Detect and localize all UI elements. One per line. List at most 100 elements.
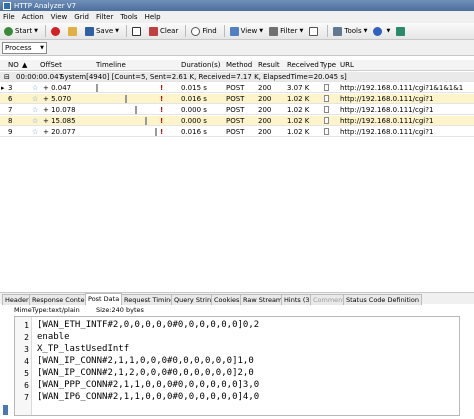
- star-icon: ☆: [32, 128, 39, 136]
- menu-action[interactable]: Action: [22, 13, 44, 21]
- col-result[interactable]: Result: [258, 61, 280, 69]
- timeline-bar: [125, 95, 127, 103]
- clear-icon: [149, 26, 159, 36]
- timeline-bar: [96, 84, 98, 92]
- play-icon: [4, 26, 13, 36]
- record-icon: [50, 26, 60, 36]
- col-no[interactable]: NO: [8, 61, 19, 69]
- warning-icon: !: [160, 128, 164, 136]
- col-received[interactable]: Received: [287, 61, 319, 69]
- row-pointer-icon: ▸: [1, 84, 5, 92]
- tab-raw-stream[interactable]: Raw Stream: [240, 294, 286, 305]
- star-icon: ☆: [32, 84, 39, 92]
- timeline-bar: [145, 117, 147, 125]
- table-row[interactable]: 9 ☆ + 20.077 ! 0.016 s POST 200 1.02 K h…: [0, 127, 474, 137]
- side-marker: [3, 405, 8, 415]
- info-button[interactable]: ▼: [371, 24, 392, 38]
- col-offset[interactable]: OffSet: [40, 61, 62, 69]
- warning-icon: !: [160, 95, 164, 103]
- copy-button[interactable]: [130, 24, 145, 38]
- col-method[interactable]: Method: [226, 61, 252, 69]
- col-timeline[interactable]: Timeline: [96, 61, 126, 69]
- menu-view[interactable]: View: [51, 13, 68, 21]
- post-data-editor[interactable]: 1 2 3 4 5 6 7 [WAN_ETH_INTF#2,0,0,0,0,0#…: [14, 316, 460, 416]
- tools-button[interactable]: Tools ▼: [331, 24, 369, 38]
- table-row[interactable]: 8 ☆ + 15.085 ! 0.000 s POST 200 1.02 K h…: [0, 116, 474, 126]
- star-icon: ☆: [32, 106, 39, 114]
- menu-file[interactable]: File: [3, 13, 15, 21]
- view-button[interactable]: View ▼: [228, 24, 265, 38]
- window-title: HTTP Analyzer V7: [14, 1, 77, 10]
- gear-icon: [333, 26, 343, 36]
- view-icon: [229, 26, 239, 36]
- menu-tools[interactable]: Tools: [120, 13, 137, 21]
- tab-header[interactable]: Header: [2, 294, 32, 305]
- code-line: [WAN_IP_CONN#2,1,1,0,0,0#0,0,0,0,0,0]1,0: [37, 356, 254, 366]
- col-type[interactable]: Type: [320, 61, 336, 69]
- document-icon: [324, 95, 329, 102]
- process-bar: Process ▼: [0, 40, 474, 56]
- menu-grid[interactable]: Grid: [74, 13, 89, 21]
- tab-cookies[interactable]: Cookies: [211, 294, 243, 305]
- chevron-down-icon: ▼: [40, 45, 44, 51]
- table-row[interactable]: ▸ 3 ☆ + 0.047 ! 0.015 s POST 200 3.07 K …: [0, 83, 474, 93]
- code-line: enable: [37, 332, 70, 342]
- find-icon: [191, 26, 201, 36]
- col-url[interactable]: URL: [340, 61, 354, 69]
- menu-bar: File Action View Grid Filter Tools Help: [0, 11, 474, 23]
- filter-button[interactable]: Filter ▼: [267, 24, 305, 38]
- warning-icon: !: [160, 106, 164, 114]
- process-select[interactable]: Process ▼: [2, 42, 47, 54]
- menu-filter[interactable]: Filter: [96, 13, 113, 21]
- code-line: X_TP_lastUsedIntf: [37, 344, 130, 354]
- tab-post-data[interactable]: Post Data: [85, 293, 123, 305]
- toolbar: Start ▼ Save ▼ Clear Find View ▼ Filter ▼ To…: [0, 23, 474, 40]
- layout-icon: [309, 26, 319, 36]
- star-icon: ☆: [32, 95, 39, 103]
- folder-icon: [67, 26, 77, 36]
- collapse-icon[interactable]: ⊟: [4, 73, 10, 81]
- table-row[interactable]: 7 ☆ + 10.078 ! 0.000 s POST 200 1.02 K h…: [0, 105, 474, 115]
- timeline-bar: [155, 128, 157, 136]
- code-line: [WAN_PPP_CONN#2,1,1,0,0,0#0,0,0,0,0,0]3,…: [37, 380, 260, 390]
- group-row[interactable]: ⊟ 00:00:00.047 System[4940] [Count=5, Se…: [0, 72, 474, 82]
- code-line: [WAN_IP6_CONN#2,1,1,0,0,0#0,0,0,0,0,0]4,…: [37, 392, 260, 402]
- group-summary: System[4940] [Count=5, Sent=2.61 K, Rece…: [60, 73, 347, 81]
- save-icon: [84, 26, 94, 36]
- help-icon: [396, 26, 406, 36]
- start-button[interactable]: Start ▼: [2, 24, 40, 38]
- title-bar: HTTP Analyzer V7: [0, 0, 474, 11]
- menu-help[interactable]: Help: [145, 13, 161, 21]
- mime-type: MimeType:text/plain: [14, 306, 80, 314]
- save-button[interactable]: Save ▼: [83, 24, 121, 38]
- record-button[interactable]: [49, 24, 64, 38]
- app-icon: [3, 1, 11, 10]
- warning-icon: !: [160, 84, 164, 92]
- group-time: 00:00:00.047: [16, 73, 64, 81]
- find-button[interactable]: Find: [189, 24, 218, 38]
- document-icon: [324, 128, 329, 135]
- document-icon: [324, 84, 329, 91]
- code-line: [WAN_IP_CONN#2,1,2,0,0,0#0,0,0,0,0,0]2,0: [37, 368, 254, 378]
- open-button[interactable]: [66, 24, 81, 38]
- layout-button[interactable]: [307, 24, 322, 38]
- filter-icon: [269, 26, 279, 36]
- tab-request-timing[interactable]: Request Timing: [121, 294, 178, 305]
- help-button[interactable]: [394, 24, 409, 38]
- sort-icon: ▲: [22, 61, 28, 69]
- document-icon: [324, 117, 329, 124]
- timeline-bar: [135, 106, 137, 114]
- document-icon: [324, 106, 329, 113]
- info-icon: [373, 26, 383, 36]
- clear-button[interactable]: Clear: [147, 24, 180, 38]
- table-row[interactable]: 6 ☆ + 5.070 ! 0.016 s POST 200 1.02 K ht…: [0, 94, 474, 104]
- grid-header: NO ▲ OffSet Timeline Duration(s) Method …: [0, 60, 474, 71]
- detail-tabs: Header Response Content Post Data Reques…: [0, 292, 474, 305]
- post-size: Size:240 bytes: [96, 306, 144, 314]
- warning-icon: !: [160, 117, 164, 125]
- line-gutter: 1 2 3 4 5 6 7: [15, 317, 32, 415]
- col-duration[interactable]: Duration(s): [181, 61, 221, 69]
- code-line: [WAN_ETH_INTF#2,0,0,0,0,0#0,0,0,0,0,0]0,…: [37, 320, 260, 330]
- tab-status-code-definition[interactable]: Status Code Definition: [343, 294, 422, 305]
- post-info-bar: MimeType:text/plain Size:240 bytes: [0, 305, 474, 316]
